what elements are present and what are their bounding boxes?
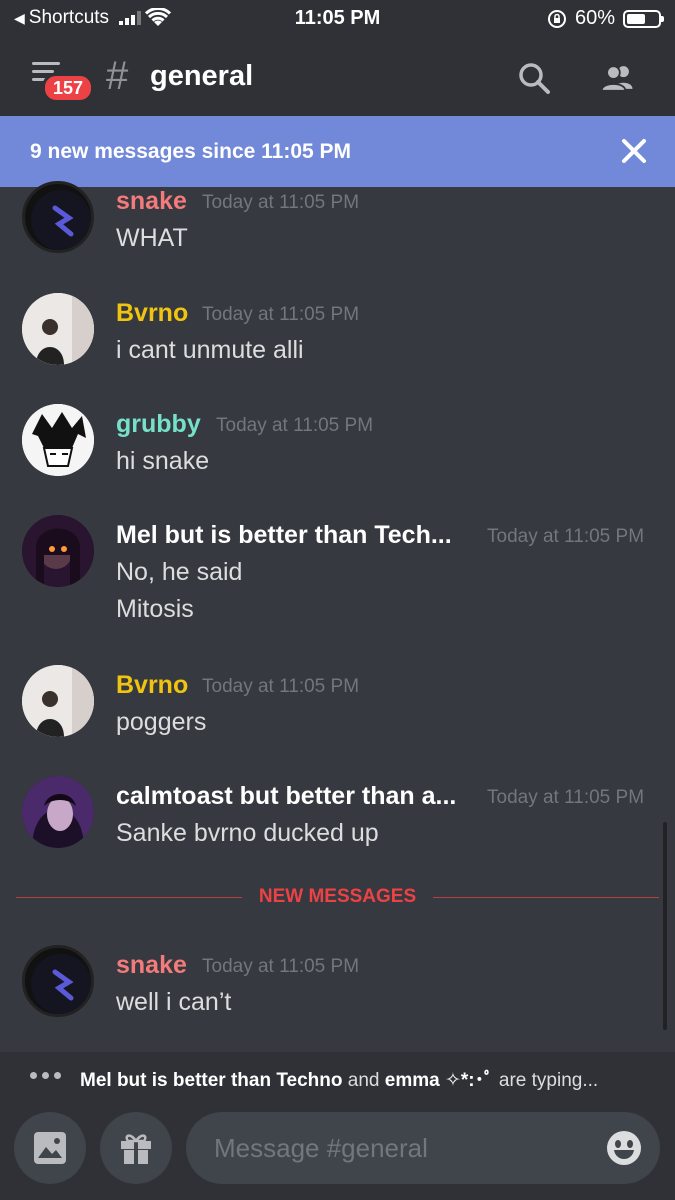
timestamp: Today at 11:05 PM: [216, 415, 374, 436]
snake-avatar-icon: [31, 954, 91, 1014]
message-item[interactable]: Bvrno Today at 11:05 PM poggers: [0, 665, 675, 755]
image-icon: [34, 1132, 66, 1164]
calmtoast-avatar-icon: [22, 776, 94, 848]
battery-icon: [623, 9, 664, 28]
bvrno-avatar-icon: [22, 665, 94, 737]
menu-icon: [32, 62, 60, 65]
timestamp: Today at 11:05 PM: [202, 676, 360, 697]
typing-and: and: [347, 1070, 380, 1091]
avatar[interactable]: [22, 404, 94, 476]
message-composer: Message #general: [0, 1098, 675, 1200]
typing-text: Mel but is better than Techno and emma ✧…: [80, 1065, 598, 1092]
message-item[interactable]: calmtoast but better than a... Today at …: [0, 776, 675, 866]
typing-suffix: are typing...: [498, 1070, 599, 1091]
message-item[interactable]: Mel but is better than Tech... Today at …: [0, 515, 675, 630]
message-text: Sanke bvrno ducked up: [116, 819, 379, 847]
message-text: poggers: [116, 708, 207, 736]
members-icon[interactable]: [598, 58, 638, 98]
menu-icon-line: [32, 70, 54, 73]
message-text: WHAT: [116, 224, 188, 252]
channel-hash-icon: #: [106, 54, 129, 98]
author-name[interactable]: Bvrno: [116, 671, 188, 700]
avatar[interactable]: [22, 181, 94, 253]
typing-indicator: Mel but is better than Techno and emma ✧…: [0, 1052, 675, 1098]
unread-badge: 157: [42, 73, 95, 103]
message-text: hi snake: [116, 447, 210, 475]
timestamp: Today at 11:05 PM: [487, 787, 645, 808]
avatar[interactable]: [22, 515, 94, 587]
rotation-lock-icon: [547, 9, 566, 28]
message-text: well i can’t: [116, 988, 232, 1016]
grubby-avatar-icon: [22, 404, 94, 476]
author-name[interactable]: Bvrno: [116, 299, 188, 328]
message-item[interactable]: grubby Today at 11:05 PM hi snake: [0, 404, 675, 494]
author-name[interactable]: Mel but is better than Tech...: [116, 521, 452, 550]
message-input[interactable]: Message #general: [186, 1112, 660, 1184]
typing-dots-icon: [30, 1072, 61, 1079]
author-name[interactable]: snake: [116, 951, 187, 980]
message-text: No, he said: [116, 558, 243, 586]
mel-avatar-icon: [22, 515, 94, 587]
attach-image-button[interactable]: [14, 1112, 86, 1184]
battery-percent: 60%: [574, 7, 615, 29]
message-input-placeholder: Message #general: [214, 1133, 428, 1163]
message-item[interactable]: snake Today at 11:05 PM WHAT: [0, 181, 675, 271]
timestamp: Today at 11:05 PM: [202, 956, 360, 977]
timestamp: Today at 11:05 PM: [202, 304, 360, 325]
bvrno-avatar-icon: [22, 293, 94, 365]
search-icon[interactable]: [514, 58, 554, 98]
channel-header: 157 # general: [0, 40, 675, 116]
gift-button[interactable]: [100, 1112, 172, 1184]
status-bar: ◀ Shortcuts 11:05 PM 60%: [0, 0, 675, 40]
message-text: Mitosis: [116, 595, 194, 623]
message-text: i cant unmute alli: [116, 336, 304, 364]
author-name[interactable]: snake: [116, 187, 187, 216]
typing-user: Mel but is better than Techno: [80, 1070, 343, 1091]
snake-avatar-icon: [31, 190, 91, 250]
message-item[interactable]: Bvrno Today at 11:05 PM i cant unmute al…: [0, 293, 675, 383]
timestamp: Today at 11:05 PM: [487, 526, 645, 547]
timestamp: Today at 11:05 PM: [202, 192, 360, 213]
avatar[interactable]: [22, 945, 94, 1017]
gift-icon: [121, 1134, 151, 1164]
author-name[interactable]: grubby: [116, 410, 201, 439]
scrollbar[interactable]: [663, 822, 667, 1030]
message-item[interactable]: snake Today at 11:05 PM well i can’t: [0, 945, 675, 1035]
new-messages-text: 9 new messages since 11:05 PM: [30, 140, 352, 163]
avatar[interactable]: [22, 293, 94, 365]
channel-title[interactable]: general: [150, 60, 253, 93]
emoji-icon[interactable]: [606, 1130, 642, 1166]
typing-user: emma ✧*:･ﾟ: [384, 1070, 494, 1091]
avatar[interactable]: [22, 776, 94, 848]
new-messages-bar[interactable]: 9 new messages since 11:05 PM: [0, 116, 675, 187]
new-messages-label: NEW MESSAGES: [258, 886, 417, 907]
author-name[interactable]: calmtoast but better than a...: [116, 782, 456, 811]
close-icon[interactable]: [619, 136, 649, 166]
avatar[interactable]: [22, 665, 94, 737]
